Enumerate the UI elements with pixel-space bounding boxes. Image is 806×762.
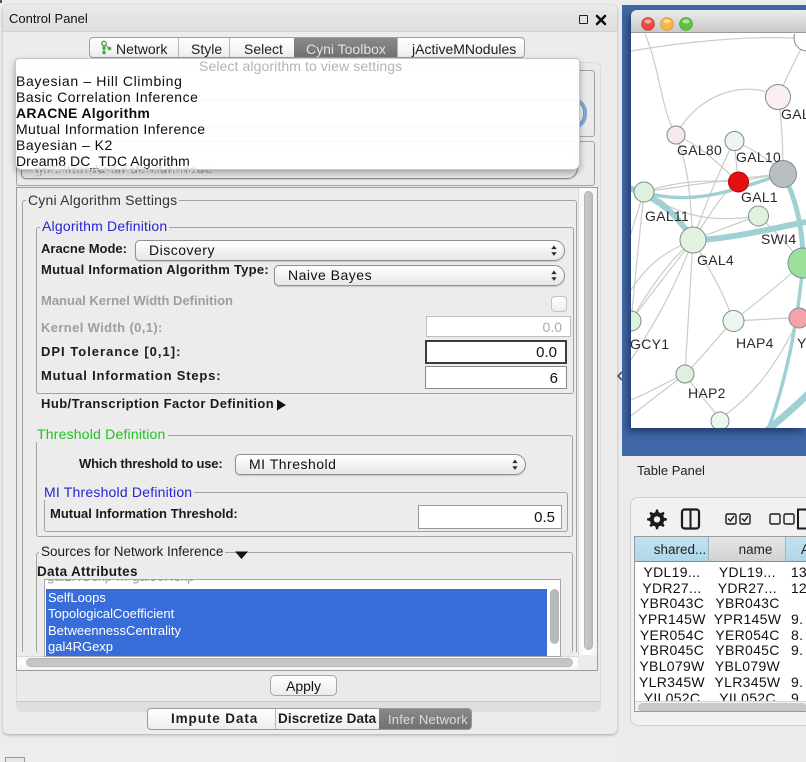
- svg-text:GAL80: GAL80: [677, 142, 722, 158]
- svg-text:GAL: GAL: [781, 106, 806, 122]
- svg-text:GAL10: GAL10: [736, 149, 781, 165]
- svg-text:HAP4: HAP4: [736, 335, 774, 351]
- svg-text:Y: Y: [797, 335, 806, 351]
- svg-text:GAL11: GAL11: [645, 208, 689, 224]
- svg-text:GCY1: GCY1: [631, 336, 669, 352]
- svg-text:GAL1: GAL1: [741, 189, 778, 205]
- svg-text:GAL4: GAL4: [697, 252, 734, 268]
- svg-text:HAP2: HAP2: [688, 385, 726, 401]
- svg-text:SWI4: SWI4: [761, 231, 796, 247]
